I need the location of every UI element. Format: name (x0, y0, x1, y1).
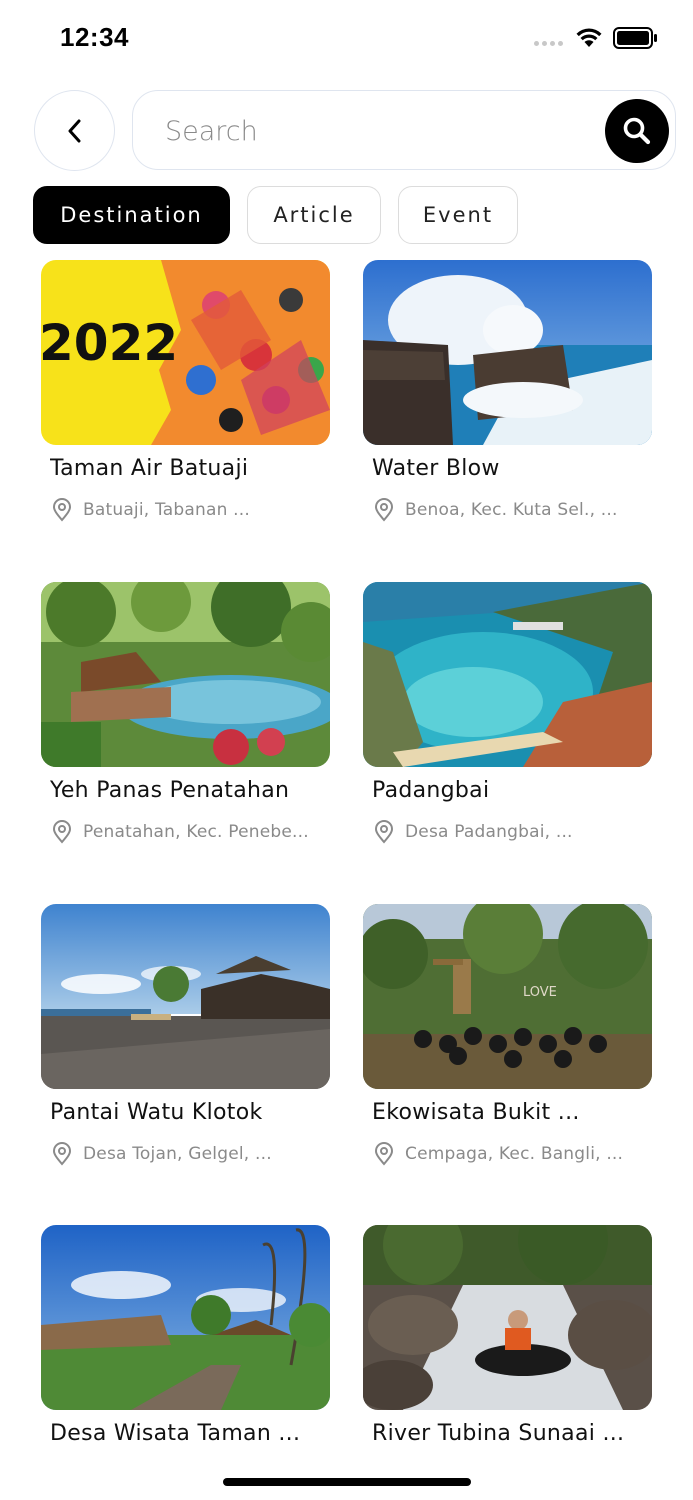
location-text: Desa Padangbai, ... (405, 822, 573, 842)
destination-title: Water Blow (372, 456, 500, 481)
tab-destination[interactable]: Destination (33, 186, 230, 244)
destination-card[interactable]: Pantai Watu Klotok Desa Tojan, Gelgel, .… (41, 904, 330, 1166)
category-tabs: Destination Article Event (33, 186, 518, 244)
tab-article[interactable]: Article (247, 186, 381, 244)
destination-title: Ekowisata Bukit ... (372, 1100, 580, 1125)
battery-icon (613, 27, 657, 49)
map-pin-icon (52, 1142, 72, 1166)
map-pin-icon (374, 1142, 394, 1166)
status-time: 12:34 (60, 22, 129, 52)
destination-card[interactable]: River Tubina Sunaai ... (363, 1225, 652, 1446)
destination-title: Padangbai (372, 778, 490, 803)
destination-card[interactable]: 2022 Taman Air Batuaji Batuaji, Tabanan … (41, 260, 330, 522)
destination-card[interactable]: LOVE Ekowisata Bukit ... Cempaga, Kec. B… (363, 904, 652, 1166)
location-text: Desa Tojan, Gelgel, ... (83, 1144, 272, 1164)
destination-image (363, 582, 652, 767)
destination-location: Desa Tojan, Gelgel, ... (51, 1142, 326, 1166)
search-button[interactable] (605, 99, 669, 163)
destination-location: Penatahan, Kec. Penebe... (51, 820, 326, 844)
location-text: Penatahan, Kec. Penebe... (83, 822, 309, 842)
destination-title: Taman Air Batuaji (50, 456, 249, 481)
back-button[interactable] (34, 90, 115, 171)
destination-card[interactable]: Desa Wisata Taman ... (41, 1225, 330, 1446)
destination-image (41, 1225, 330, 1410)
tab-event[interactable]: Event (398, 186, 518, 244)
search-bar (132, 90, 676, 170)
destination-location: Cempaga, Kec. Bangli, ... (373, 1142, 648, 1166)
destination-card[interactable]: Water Blow Benoa, Kec. Kuta Sel., ... (363, 260, 652, 522)
svg-text:LOVE: LOVE (523, 985, 557, 1000)
location-text: Benoa, Kec. Kuta Sel., ... (405, 500, 618, 520)
destination-location: Benoa, Kec. Kuta Sel., ... (373, 498, 648, 522)
status-bar: 12:34 (0, 0, 693, 76)
destination-image: 2022 (41, 260, 330, 445)
destination-title: River Tubina Sunaai ... (372, 1421, 625, 1446)
destination-location: Desa Padangbai, ... (373, 820, 648, 844)
destination-card[interactable]: Yeh Panas Penatahan Penatahan, Kec. Pene… (41, 582, 330, 844)
cellular-signal-icon (534, 41, 563, 46)
map-pin-icon (374, 820, 394, 844)
destination-image (41, 582, 330, 767)
destination-image (363, 260, 652, 445)
wifi-icon (576, 28, 602, 47)
destination-title: Pantai Watu Klotok (50, 1100, 263, 1125)
destination-card[interactable]: Padangbai Desa Padangbai, ... (363, 582, 652, 844)
svg-text:2022: 2022 (41, 314, 178, 372)
home-indicator[interactable] (223, 1478, 471, 1486)
destination-title: Yeh Panas Penatahan (50, 778, 290, 803)
magnifier-icon (623, 117, 651, 145)
location-text: Batuaji, Tabanan ... (83, 500, 250, 520)
destination-location: Batuaji, Tabanan ... (51, 498, 326, 522)
destination-image (41, 904, 330, 1089)
map-pin-icon (52, 820, 72, 844)
destination-image (363, 1225, 652, 1410)
map-pin-icon (52, 498, 72, 522)
destination-image: LOVE (363, 904, 652, 1089)
location-text: Cempaga, Kec. Bangli, ... (405, 1144, 624, 1164)
chevron-left-icon (68, 119, 80, 142)
map-pin-icon (374, 498, 394, 522)
destination-title: Desa Wisata Taman ... (50, 1421, 301, 1446)
search-input[interactable] (165, 110, 585, 152)
